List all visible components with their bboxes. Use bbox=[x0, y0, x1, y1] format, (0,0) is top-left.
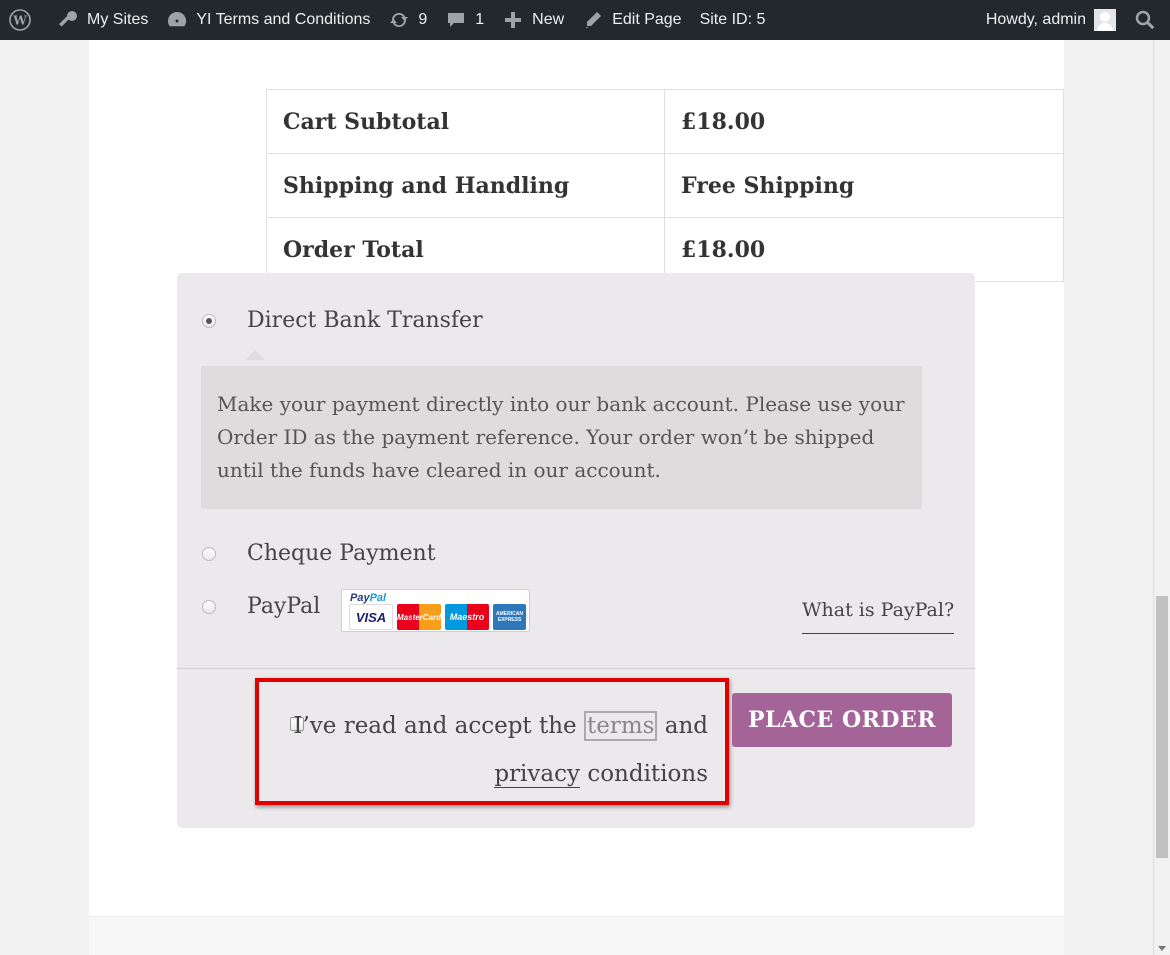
table-row: Cart Subtotal £18.00 bbox=[266, 89, 1064, 154]
updates-icon bbox=[388, 9, 410, 31]
paypal-radio[interactable] bbox=[202, 599, 216, 614]
cheque-radio[interactable] bbox=[202, 546, 216, 561]
terms-suffix: conditions bbox=[587, 761, 708, 787]
what-is-paypal-link[interactable]: What is PayPal? bbox=[802, 599, 955, 634]
paypal-logo: PayPal bbox=[350, 592, 386, 604]
key-icon bbox=[57, 9, 79, 31]
table-row: Order Total £18.00 bbox=[266, 217, 1064, 282]
my-sites-menu[interactable]: My Sites bbox=[48, 0, 157, 40]
bacs-radio[interactable] bbox=[202, 313, 216, 328]
terms-label: I’ve read and accept the terms and priva… bbox=[288, 702, 708, 798]
order-totals-table: Cart Subtotal £18.00 Shipping and Handli… bbox=[266, 89, 1064, 282]
bacs-label[interactable]: Direct Bank Transfer bbox=[247, 308, 483, 333]
visa-card-icon: VISA bbox=[349, 604, 393, 630]
site-id: Site ID: 5 bbox=[691, 0, 775, 40]
site-name-menu[interactable]: YI Terms and Conditions bbox=[157, 0, 379, 40]
maestro-card-icon: Maestro bbox=[445, 604, 489, 630]
account-menu[interactable]: Howdy, admin bbox=[977, 0, 1125, 40]
plus-icon bbox=[502, 9, 524, 31]
cheque-label[interactable]: Cheque Payment bbox=[247, 541, 436, 566]
row-value: Free Shipping bbox=[664, 153, 1064, 218]
description-arrow bbox=[245, 350, 265, 360]
scrollbar-thumb[interactable] bbox=[1156, 596, 1168, 858]
edit-page-label: Edit Page bbox=[612, 11, 682, 28]
new-label: New bbox=[532, 11, 565, 28]
dashboard-icon bbox=[166, 9, 188, 31]
row-value: £18.00 bbox=[664, 217, 1064, 282]
paypal-mark-pal: Pal bbox=[369, 592, 387, 604]
payment-method-cheque[interactable]: Cheque Payment bbox=[202, 541, 436, 566]
payment-box: Direct Bank Transfer Make your payment d… bbox=[177, 273, 975, 828]
paypal-mark-pay: Pay bbox=[350, 592, 370, 604]
row-label: Order Total bbox=[266, 217, 665, 282]
wordpress-icon: W bbox=[9, 9, 31, 31]
my-sites-label: My Sites bbox=[87, 11, 149, 28]
avatar bbox=[1094, 9, 1116, 31]
search-button[interactable] bbox=[1125, 0, 1170, 40]
paypal-acceptance-logos: PayPal VISA MasterCard Maestro AMERICAN … bbox=[341, 589, 530, 632]
site-id-label: Site ID: 5 bbox=[699, 11, 766, 28]
comments-button[interactable]: 1 bbox=[436, 0, 493, 40]
page-footer-area bbox=[89, 916, 1064, 955]
comment-icon bbox=[445, 9, 467, 31]
edit-page-button[interactable]: Edit Page bbox=[573, 0, 690, 40]
row-label: Cart Subtotal bbox=[266, 89, 665, 154]
search-icon bbox=[1134, 9, 1156, 31]
place-order-button[interactable]: PLACE ORDER bbox=[732, 693, 952, 747]
pencil-icon bbox=[582, 9, 604, 31]
row-label: Shipping and Handling bbox=[266, 153, 665, 218]
new-content-menu[interactable]: New bbox=[493, 0, 573, 40]
scroll-down-arrow-icon[interactable] bbox=[1158, 946, 1166, 951]
paypal-label[interactable]: PayPal bbox=[247, 594, 320, 619]
amex-card-icon: AMERICAN EXPRESS bbox=[493, 604, 526, 630]
wordpress-logo-button[interactable]: W bbox=[0, 0, 48, 40]
row-value: £18.00 bbox=[664, 89, 1064, 154]
payment-method-paypal[interactable]: PayPal bbox=[202, 594, 320, 619]
divider bbox=[177, 668, 975, 669]
mastercard-icon: MasterCard bbox=[397, 604, 441, 630]
terms-and: and bbox=[664, 713, 708, 739]
terms-prefix: I’ve read and accept the bbox=[293, 713, 577, 739]
admin-bar: W My Sites YI Terms and Conditions 9 1 N… bbox=[0, 0, 1170, 40]
howdy-label: Howdy, admin bbox=[985, 11, 1086, 28]
updates-count: 9 bbox=[418, 11, 428, 28]
terms-link[interactable]: terms bbox=[583, 711, 658, 741]
table-row: Shipping and Handling Free Shipping bbox=[266, 153, 1064, 218]
svg-text:W: W bbox=[12, 14, 27, 28]
payment-method-bacs[interactable]: Direct Bank Transfer bbox=[202, 308, 483, 333]
bacs-description: Make your payment directly into our bank… bbox=[201, 366, 922, 509]
privacy-link[interactable]: privacy bbox=[494, 761, 580, 788]
terms-highlight-box: I’ve read and accept the terms and priva… bbox=[255, 678, 729, 805]
updates-button[interactable]: 9 bbox=[379, 0, 436, 40]
scrollbar[interactable] bbox=[1153, 40, 1170, 955]
comments-count: 1 bbox=[475, 11, 485, 28]
site-name-label: YI Terms and Conditions bbox=[196, 11, 371, 28]
